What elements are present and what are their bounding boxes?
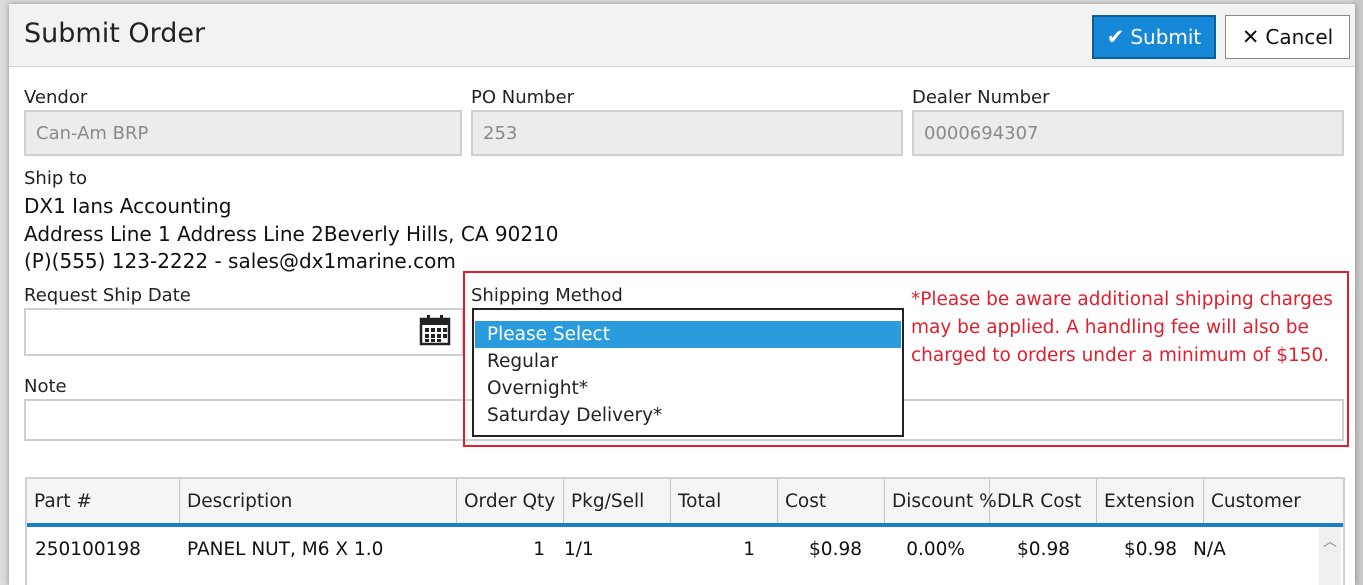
- po-number-value: 253: [483, 122, 518, 144]
- column-header-cost[interactable]: Cost: [778, 479, 885, 523]
- cancel-button[interactable]: ✕ Cancel: [1225, 15, 1350, 59]
- dialog-header: Submit Order ✔ Submit ✕ Cancel: [9, 4, 1355, 67]
- dealer-number-field[interactable]: 0000694307: [912, 110, 1344, 156]
- calendar-icon[interactable]: [419, 314, 451, 346]
- column-header-extension[interactable]: Extension: [1097, 479, 1204, 523]
- dealer-number-value: 0000694307: [924, 122, 1039, 144]
- shipping-option-overnight[interactable]: Overnight*: [475, 375, 901, 402]
- table-header: Part # Description Order Qty Pkg/Sell To…: [27, 479, 1343, 527]
- column-header-part[interactable]: Part #: [27, 479, 180, 523]
- cell-total: 1: [743, 539, 755, 560]
- note-label: Note: [24, 376, 67, 397]
- cell-extension: $0.98: [1124, 539, 1177, 560]
- dealer-number-label: Dealer Number: [912, 87, 1050, 108]
- dialog-title: Submit Order: [24, 18, 206, 49]
- cell-customer: N/A: [1193, 539, 1226, 560]
- column-header-total[interactable]: Total: [671, 479, 778, 523]
- po-number-label: PO Number: [471, 87, 575, 108]
- shipping-option-saturday-delivery[interactable]: Saturday Delivery*: [475, 402, 901, 429]
- column-header-dlr-cost[interactable]: DLR Cost: [990, 479, 1097, 523]
- cell-pkg-sell: 1/1: [564, 539, 594, 560]
- ship-to-name: DX1 Ians Accounting: [24, 194, 232, 218]
- cell-cost: $0.98: [809, 539, 862, 560]
- cell-order-qty: 1: [533, 539, 545, 560]
- cell-part: 250100198: [35, 539, 141, 560]
- submit-button[interactable]: ✔ Submit: [1092, 15, 1216, 59]
- column-header-pkg-sell[interactable]: Pkg/Sell: [564, 479, 671, 523]
- shipping-option-regular[interactable]: Regular: [475, 348, 901, 375]
- vendor-value: Can-Am BRP: [36, 122, 149, 144]
- shipping-option-please-select[interactable]: Please Select: [475, 321, 901, 348]
- column-header-description[interactable]: Description: [180, 479, 457, 523]
- column-header-discount[interactable]: Discount %: [885, 479, 997, 523]
- submit-button-label: Submit: [1130, 25, 1202, 49]
- cell-description: PANEL NUT, M6 X 1.0: [187, 539, 384, 560]
- vendor-label: Vendor: [24, 87, 88, 108]
- order-items-table: Part # Description Order Qty Pkg/Sell To…: [25, 477, 1345, 585]
- table-scrollbar[interactable]: ︿: [1319, 527, 1341, 585]
- ship-to-address: Address Line 1 Address Line 2Beverly Hil…: [24, 222, 559, 246]
- ship-to-label: Ship to: [24, 168, 88, 189]
- vendor-field[interactable]: Can-Am BRP: [24, 110, 462, 156]
- column-header-customer[interactable]: Customer: [1204, 479, 1343, 523]
- request-ship-date-field[interactable]: [24, 308, 464, 356]
- shipping-method-dropdown[interactable]: Please Select Regular Overnight* Saturda…: [472, 308, 904, 437]
- close-icon: ✕: [1241, 25, 1260, 49]
- column-header-order-qty[interactable]: Order Qty: [457, 479, 564, 523]
- shipping-charges-notice: *Please be aware additional shipping cha…: [911, 289, 1333, 366]
- cell-dlr-cost: $0.98: [1017, 539, 1070, 560]
- submit-order-dialog: Submit Order ✔ Submit ✕ Cancel Vendor Ca…: [9, 4, 1355, 585]
- ship-to-contact: (P)(555) 123-2222 - sales@dx1marine.com: [24, 249, 456, 273]
- request-ship-date-label: Request Ship Date: [24, 285, 191, 306]
- chevron-up-icon[interactable]: ︿: [1323, 531, 1337, 551]
- cell-discount: 0.00%: [906, 539, 965, 560]
- checkmark-icon: ✔: [1106, 25, 1125, 49]
- po-number-field[interactable]: 253: [471, 110, 903, 156]
- cancel-button-label: Cancel: [1265, 25, 1334, 49]
- shipping-method-label: Shipping Method: [471, 285, 623, 306]
